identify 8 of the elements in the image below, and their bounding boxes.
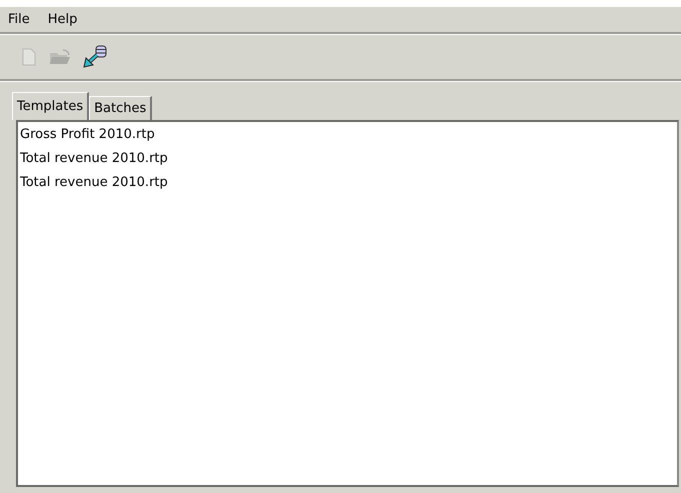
list-item[interactable]: Total revenue 2010.rtp [20,173,675,197]
tab[interactable]: Templates [12,92,90,120]
tab[interactable]: Batches [89,96,152,120]
menu-item[interactable]: Help [46,12,80,27]
menu-item[interactable]: File [6,12,32,27]
database-arrow-icon[interactable] [82,45,108,69]
list-item[interactable]: Gross Profit 2010.rtp [20,125,675,149]
list-item[interactable]: Total revenue 2010.rtp [20,149,675,173]
